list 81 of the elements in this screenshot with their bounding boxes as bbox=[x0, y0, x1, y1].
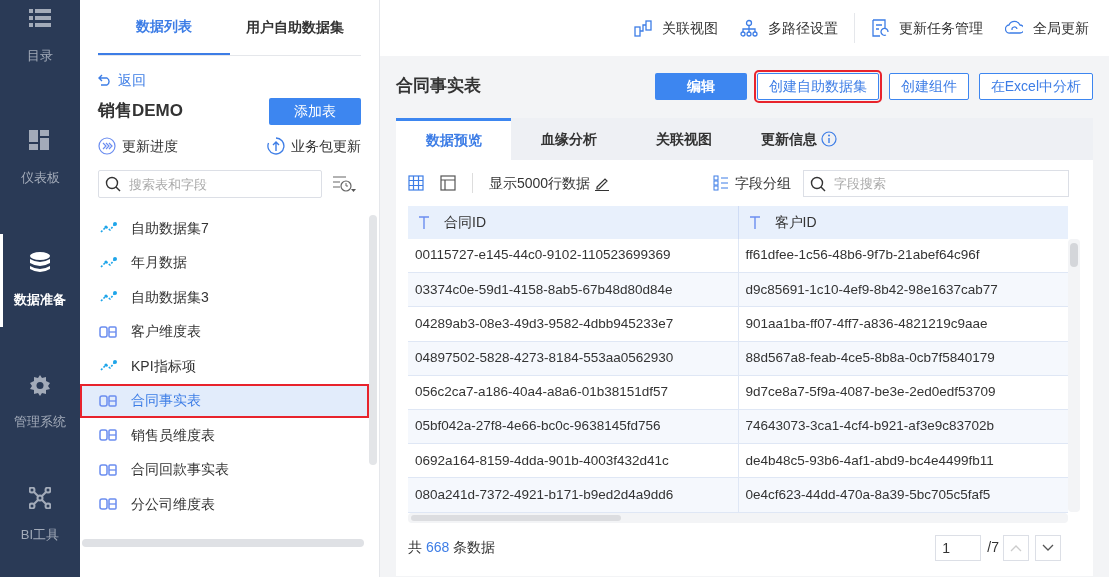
down-icon bbox=[1042, 543, 1054, 552]
grid-icon[interactable] bbox=[408, 175, 424, 191]
tab[interactable]: 关联视图 bbox=[626, 118, 741, 160]
filter-clock-icon[interactable] bbox=[332, 174, 356, 194]
action-button[interactable]: 在Excel中分析 bbox=[978, 72, 1093, 100]
action-button[interactable]: 创建自助数据集 bbox=[756, 72, 879, 100]
search-icon bbox=[810, 175, 826, 192]
table-list-item[interactable]: 年月数据 bbox=[80, 245, 369, 280]
line-chart-icon bbox=[99, 255, 117, 270]
row-limit-label: 显示5000行数据 bbox=[489, 173, 591, 193]
page-input[interactable]: 1 bbox=[935, 534, 982, 561]
network-icon bbox=[29, 487, 51, 510]
field-search-field[interactable]: 字段搜索 bbox=[803, 169, 1069, 197]
text-type-icon bbox=[748, 215, 761, 230]
table-cell-text: 080a241d-7372-4921-b171-b9ed2d4a9dd6 bbox=[414, 485, 675, 504]
action-button[interactable]: 创建组件 bbox=[888, 72, 969, 100]
table-list-item[interactable]: 客户维度表 bbox=[80, 314, 369, 349]
toolbar-button[interactable]: 更新任务管理 bbox=[871, 17, 983, 39]
upload-icon bbox=[267, 137, 285, 155]
tab[interactable]: 血缘分析 bbox=[511, 118, 626, 160]
table-list-item[interactable]: 分公司维度表 bbox=[80, 487, 369, 522]
table-cell-text: 04897502-5828-4273-8184-553aa0562930 bbox=[414, 349, 675, 368]
table-cell-text: 05bf042a-27f8-4e66-bc0c-9638145fd756 bbox=[414, 417, 662, 436]
table-list-item[interactable]: 自助数据集3 bbox=[80, 280, 369, 315]
toolbar-button[interactable]: 关联视图 bbox=[634, 17, 718, 39]
tab[interactable]: 更新信息 bbox=[741, 118, 856, 160]
up-icon bbox=[1010, 543, 1022, 552]
table-icon bbox=[99, 428, 117, 443]
table-list-item[interactable]: 合同回款事实表 bbox=[80, 452, 369, 487]
table-icon bbox=[99, 497, 117, 512]
database-icon bbox=[29, 251, 51, 274]
toolbar-button[interactable]: 全局更新 bbox=[1005, 17, 1089, 39]
horizontal-scrollbar[interactable] bbox=[82, 539, 364, 547]
table-list-item[interactable]: 合同事实表 bbox=[80, 383, 369, 418]
cloud-icon bbox=[1005, 19, 1023, 37]
search-field[interactable]: 搜索表和字段 bbox=[98, 170, 322, 198]
package-title: 销售DEMO bbox=[98, 100, 183, 123]
page-total: /7 bbox=[987, 538, 999, 557]
toolbar-button[interactable]: 多路径设置 bbox=[740, 17, 838, 39]
layout-icon[interactable] bbox=[440, 175, 456, 191]
dashboard-icon bbox=[29, 129, 51, 152]
table-title: 合同事实表 bbox=[396, 75, 482, 98]
tab[interactable]: 用户自助数据集 bbox=[229, 0, 361, 55]
table-cell-text: 056c2ca7-a186-40a4-a8a6-01b38151df57 bbox=[414, 383, 669, 402]
table-icon bbox=[99, 393, 117, 408]
column-header[interactable]: 合同ID bbox=[408, 206, 738, 239]
table-list-item[interactable]: 自助数据集7 bbox=[80, 211, 369, 246]
package-update-link[interactable]: 业务包更新 bbox=[291, 135, 361, 157]
list-icon bbox=[713, 175, 729, 191]
back-icon bbox=[98, 74, 112, 86]
record-count: 共 668 条数据 bbox=[408, 538, 497, 557]
table-icon bbox=[99, 324, 117, 339]
relation-icon bbox=[634, 19, 652, 37]
table-cell-text: 03374c0e-59d1-4158-8ab5-67b48d80d84e bbox=[414, 280, 674, 299]
table-list-item[interactable]: KPI指标项 bbox=[80, 349, 369, 384]
previous-page-button[interactable] bbox=[1003, 534, 1029, 561]
next-page-button[interactable] bbox=[1035, 534, 1061, 561]
horizontal-scrollbar[interactable] bbox=[411, 514, 621, 521]
text-type-icon bbox=[418, 215, 430, 230]
tab[interactable]: 数据预览 bbox=[396, 118, 511, 160]
progress-icon bbox=[98, 137, 116, 155]
gear-icon bbox=[29, 373, 51, 396]
hierarchy-icon bbox=[740, 19, 758, 37]
tab[interactable]: 数据列表 bbox=[98, 0, 230, 55]
scrollbar[interactable] bbox=[369, 215, 377, 465]
task-refresh-icon bbox=[871, 19, 889, 37]
update-progress-link[interactable]: 更新进度 bbox=[122, 135, 178, 157]
nav-item[interactable]: 数据准备 bbox=[0, 219, 80, 342]
table-icon bbox=[99, 462, 117, 477]
table-cell-text: 04289ab3-08e3-49d3-9582-4dbb945233e7 bbox=[414, 314, 675, 333]
table-cell-text: 0692a164-8159-4dda-901b-4003f432d41c bbox=[414, 451, 670, 470]
field-group-button[interactable]: 字段分组 bbox=[735, 172, 791, 194]
action-button[interactable]: 编辑 bbox=[654, 72, 747, 100]
nav-item[interactable]: 仪表板 bbox=[0, 97, 80, 220]
add-table-button[interactable]: 添加表 bbox=[269, 97, 361, 125]
nav-item[interactable]: 目录 bbox=[0, 0, 80, 98]
table-list-item[interactable]: 销售员维度表 bbox=[80, 418, 369, 453]
back-link[interactable]: 返回 bbox=[118, 69, 146, 91]
search-icon bbox=[105, 176, 121, 192]
scrollbar[interactable] bbox=[1070, 243, 1078, 267]
table-cell-text: 00115727-e145-44c0-9102-110523699369 bbox=[414, 246, 672, 265]
